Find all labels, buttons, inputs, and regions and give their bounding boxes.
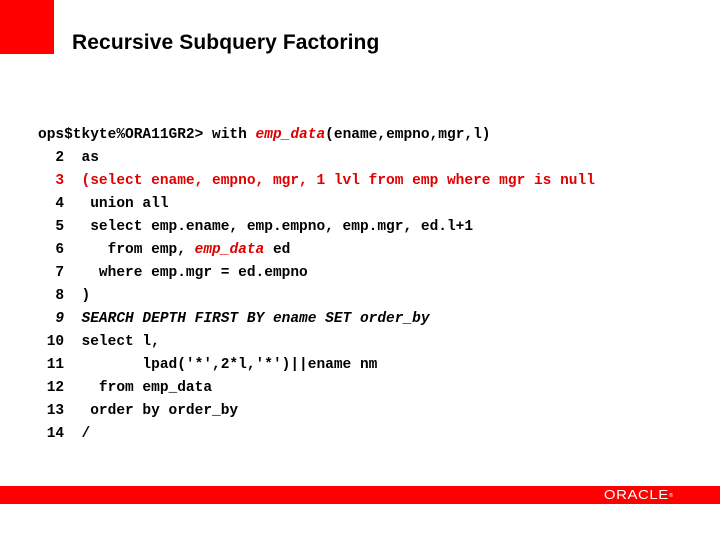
code-line: 3 (select ename, empno, mgr, 1 lvl from … [38,170,595,193]
code-text: lpad('*',2*l,'*')||ename nm [64,357,378,373]
cte-name-highlight: emp_data [194,242,265,258]
code-text: (ename,empno,mgr,l) [325,127,491,143]
footer-bar: ORACLE® [0,486,720,504]
line-number: 3 [38,173,65,189]
oracle-logo: ORACLE® [604,487,674,503]
code-text: ed [264,242,291,258]
line-number: 6 [38,242,65,258]
registered-mark: ® [669,493,674,499]
line-number: 8 [38,288,65,304]
code-line: ops$tkyte%ORA11GR2> with emp_data(ename,… [38,124,595,147]
code-line: 4 union all [38,193,595,216]
code-line: 7 where emp.mgr = ed.empno [38,262,595,285]
code-text: SEARCH DEPTH FIRST BY ename SET order_by [64,311,430,327]
code-line: 14 / [38,423,595,446]
line-number: 4 [38,196,65,212]
code-line: 5 select emp.ename, emp.empno, emp.mgr, … [38,216,595,239]
code-text: where emp.mgr = ed.empno [64,265,308,281]
code-line: 11 lpad('*',2*l,'*')||ename nm [38,354,595,377]
code-line: 10 select l, [38,331,595,354]
code-line: 12 from emp_data [38,377,595,400]
line-number: 14 [38,426,65,442]
code-text: / [64,426,91,442]
line-number: 11 [38,357,65,373]
code-line: 6 from emp, emp_data ed [38,239,595,262]
code-line: 9 SEARCH DEPTH FIRST BY ename SET order_… [38,308,595,331]
code-text: union all [64,196,169,212]
code-text: ops$tkyte%ORA11GR2> with [38,127,256,143]
slide-title: Recursive Subquery Factoring [72,31,380,54]
code-text: ) [64,288,91,304]
code-text: from emp, [64,242,195,258]
code-text: (select ename, empno, mgr, 1 lvl from em… [64,173,595,189]
code-text: select l, [64,334,160,350]
code-text: order by order_by [64,403,239,419]
line-number: 13 [38,403,65,419]
code-line: 8 ) [38,285,595,308]
code-text: as [64,150,99,166]
line-number: 5 [38,219,65,235]
accent-square [0,0,54,54]
sql-code-listing: ops$tkyte%ORA11GR2> with emp_data(ename,… [38,124,595,446]
line-number: 10 [38,334,65,350]
code-line: 13 order by order_by [38,400,595,423]
code-text: select emp.ename, emp.empno, emp.mgr, ed… [64,219,474,235]
code-line: 2 as [38,147,595,170]
code-text: from emp_data [64,380,213,396]
line-number: 7 [38,265,65,281]
line-number: 2 [38,150,65,166]
line-number: 9 [38,311,65,327]
line-number: 12 [38,380,65,396]
oracle-logo-text: ORACLE [604,487,670,502]
cte-name-highlight: emp_data [255,127,326,143]
